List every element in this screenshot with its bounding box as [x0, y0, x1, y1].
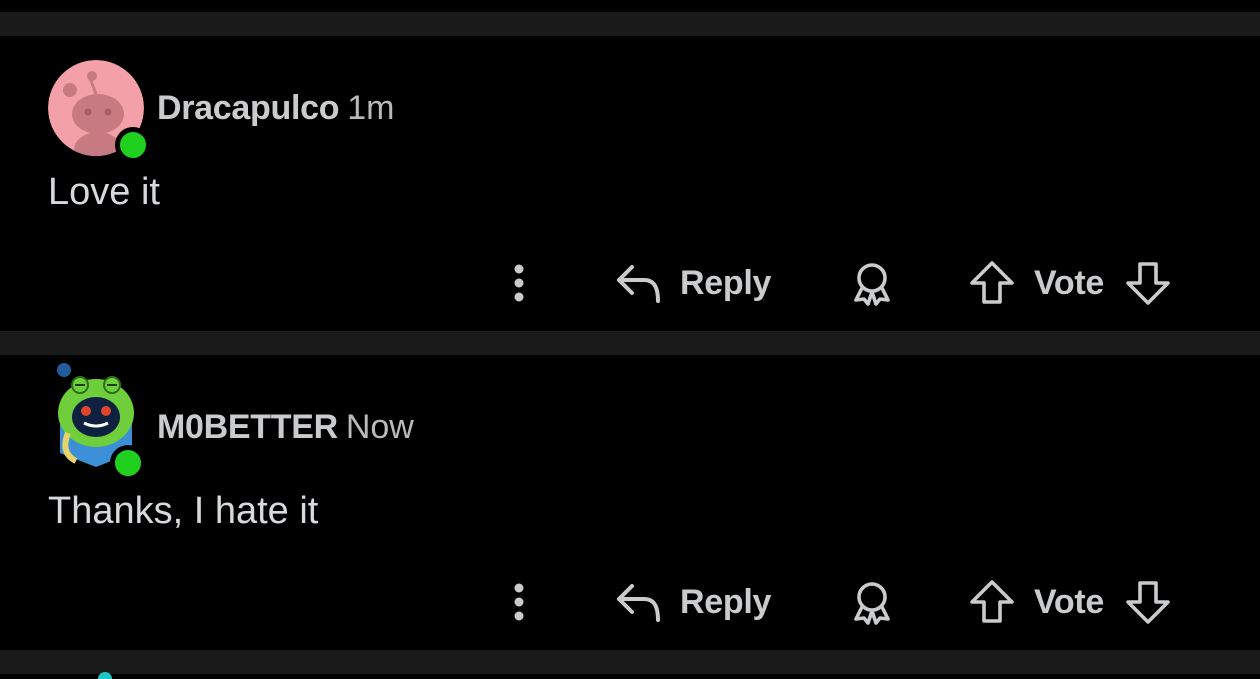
comment-item: [0, 674, 1260, 679]
reply-arrow-icon: [614, 580, 664, 624]
online-indicator: [110, 445, 146, 481]
award-button[interactable]: [848, 572, 896, 632]
reply-arrow-icon: [614, 261, 664, 305]
vote-label: Vote: [1034, 263, 1104, 302]
award-button[interactable]: [848, 253, 896, 313]
comment-thread: Dracapulco 1m Love it Reply Vote M0BETTE…: [0, 0, 1260, 679]
more-options-button[interactable]: [504, 572, 534, 632]
comment-actions: Reply Vote: [0, 253, 1260, 313]
award-icon: [848, 578, 896, 626]
vote-group: Vote: [968, 572, 1172, 632]
timestamp: 1m: [347, 89, 395, 127]
reply-button[interactable]: Reply: [614, 572, 771, 632]
downvote-icon[interactable]: [1124, 259, 1172, 307]
upvote-icon[interactable]: [968, 259, 1016, 307]
comment-divider: [0, 331, 1260, 355]
comment-item: M0BETTER Now Thanks, I hate it Reply Vot…: [0, 355, 1260, 650]
next-avatar-icon: [98, 672, 112, 679]
comment-meta: M0BETTER Now: [157, 407, 414, 447]
vote-label: Vote: [1034, 582, 1104, 621]
comment-body: Love it: [48, 171, 160, 213]
avatar-wrap: [48, 363, 146, 481]
vote-group: Vote: [968, 253, 1172, 313]
downvote-icon[interactable]: [1124, 578, 1172, 626]
online-indicator: [115, 127, 151, 163]
timestamp: Now: [345, 408, 414, 446]
reply-label: Reply: [680, 582, 772, 621]
upvote-icon[interactable]: [968, 578, 1016, 626]
reply-label: Reply: [680, 263, 772, 302]
comment-divider: [0, 650, 1260, 674]
kebab-menu-icon: [512, 582, 526, 622]
comment-item: Dracapulco 1m Love it Reply Vote: [0, 36, 1260, 331]
comment-body: Thanks, I hate it: [48, 490, 319, 532]
avatar-wrap: [48, 60, 151, 163]
reply-button[interactable]: Reply: [614, 253, 771, 313]
kebab-menu-icon: [512, 263, 526, 303]
award-icon: [848, 259, 896, 307]
username[interactable]: Dracapulco: [157, 89, 339, 127]
comment-divider: [0, 12, 1260, 36]
comment-meta: Dracapulco 1m: [157, 88, 394, 128]
comment-actions: Reply Vote: [0, 572, 1260, 632]
more-options-button[interactable]: [504, 253, 534, 313]
username[interactable]: M0BETTER: [157, 408, 338, 446]
